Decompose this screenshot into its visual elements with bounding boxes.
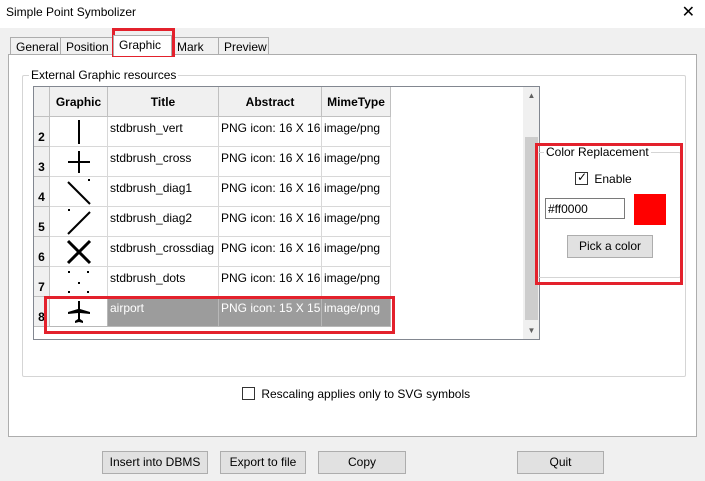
airplane-icon [67,301,90,323]
row-number: 4 [34,177,50,207]
enable-label: Enable [594,171,632,186]
group-title: External Graphic resources [29,68,179,82]
row-number: 2 [34,117,50,147]
enable-checkbox[interactable] [575,170,588,186]
tab-mark[interactable]: Mark [171,37,219,55]
row-title: stdbrush_cross [108,147,219,177]
rescaling-checkbox[interactable] [242,387,255,401]
row-mimetype: image/png [322,147,391,177]
external-graphic-group: External Graphic resources Graphic Title… [22,68,686,377]
enable-checkbox-row[interactable]: Enable [575,170,632,186]
copy-button[interactable]: Copy [318,451,406,474]
diagonal-down-icon [66,179,91,205]
row-abstract: PNG icon: 16 X 16 [219,177,322,207]
crossdiag-icon [66,239,91,265]
tab-preview[interactable]: Preview [218,37,269,55]
table-corner [34,87,50,117]
insert-into-dbms-button[interactable]: Insert into DBMS [102,451,208,474]
dialog-client: General Position Graphic Mark Preview Ex… [0,28,705,481]
row-mimetype: image/png [322,297,391,327]
row-title: stdbrush_vert [108,117,219,147]
graphic-tab-panel: External Graphic resources Graphic Title… [8,54,697,437]
vertical-line-icon [77,120,80,144]
column-header-graphic[interactable]: Graphic [50,87,108,117]
title-bar: Simple Point Symbolizer ✕ [0,0,705,28]
close-icon[interactable]: ✕ [682,2,695,21]
tab-position[interactable]: Position [60,37,113,55]
row-abstract: PNG icon: 16 X 16 [219,117,322,147]
row-abstract: PNG icon: 16 X 16 [219,237,322,267]
row-mimetype: image/png [322,207,391,237]
color-hex-input[interactable]: #ff0000 [545,198,625,219]
row-number: 7 [34,267,50,297]
row-title: stdbrush_dots [108,267,219,297]
row-mimetype: image/png [322,267,391,297]
column-header-title[interactable]: Title [108,87,219,117]
row-abstract: PNG icon: 15 X 15 [219,297,322,327]
diagonal-up-icon [66,209,91,235]
quit-button[interactable]: Quit [517,451,604,474]
column-header-mimetype[interactable]: MimeType [322,87,391,117]
scroll-down-arrow-icon[interactable]: ▼ [523,322,539,339]
row-title: stdbrush_diag1 [108,177,219,207]
row-abstract: PNG icon: 16 X 16 [219,147,322,177]
scroll-up-arrow-icon[interactable]: ▲ [523,87,539,104]
export-to-file-button[interactable]: Export to file [220,451,306,474]
row-number: 8 [34,297,50,327]
row-number: 3 [34,147,50,177]
row-mimetype: image/png [322,177,391,207]
row-mimetype: image/png [322,237,391,267]
pick-color-button[interactable]: Pick a color [567,235,653,258]
row-abstract: PNG icon: 16 X 16 [219,267,322,297]
column-header-abstract[interactable]: Abstract [219,87,322,117]
rescaling-checkbox-row[interactable]: Rescaling applies only to SVG symbols [242,386,470,401]
row-abstract: PNG icon: 16 X 16 [219,207,322,237]
window-title: Simple Point Symbolizer [6,5,137,19]
row-title: stdbrush_diag2 [108,207,219,237]
cross-icon [67,151,90,173]
color-replacement-title: Color Replacement [544,145,651,159]
rescaling-label: Rescaling applies only to SVG symbols [261,386,471,401]
tab-general[interactable]: General [10,37,61,55]
color-replacement-group: Color Replacement Enable #ff0000 Pick a … [537,145,681,278]
row-number: 6 [34,237,50,267]
dots-icon [67,271,89,293]
tab-graphic[interactable]: Graphic [113,35,172,56]
row-number: 5 [34,207,50,237]
row-mimetype: image/png [322,117,391,147]
resources-table[interactable]: Graphic Title Abstract MimeType 2 stdbru… [33,86,540,340]
row-title: stdbrush_crossdiag [108,237,219,267]
color-swatch[interactable] [634,194,666,225]
row-title: airport [108,297,219,327]
